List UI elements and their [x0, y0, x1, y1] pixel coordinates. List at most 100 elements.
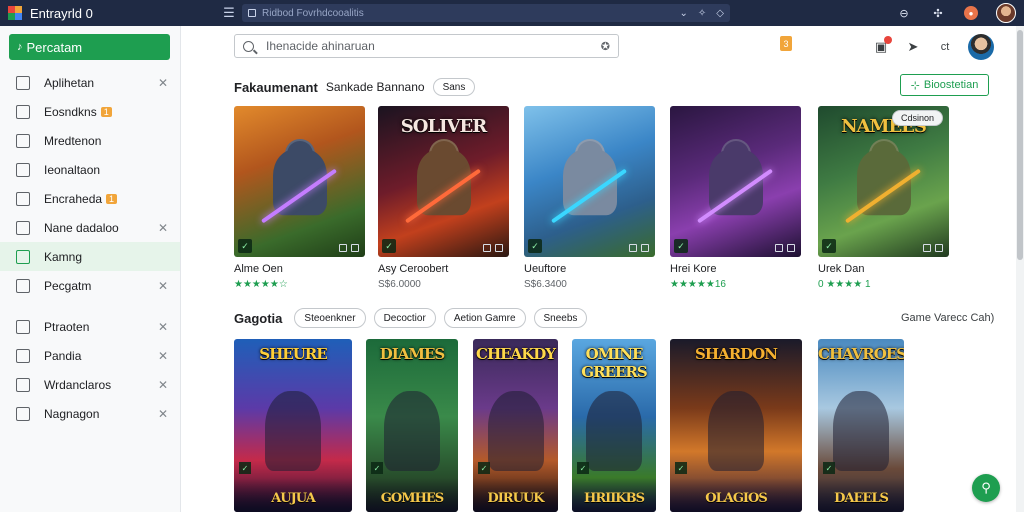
poster-footer-title: DAEELS	[834, 491, 889, 506]
game-title: Hrei Kore	[670, 263, 717, 275]
sidebar-item-4[interactable]: Ieonaltaon	[0, 155, 180, 184]
poster-title: OMINE GREERS	[581, 345, 647, 381]
user-avatar[interactable]	[968, 34, 994, 60]
sidebar-item-9[interactable]: Ptraoten ✕	[0, 312, 180, 341]
game-title: Urek Dan	[818, 263, 865, 275]
sidebar-item-11[interactable]: Wrdanclaros ✕	[0, 370, 180, 399]
library-icon[interactable]: ▣	[872, 36, 892, 55]
check-icon: ✓	[238, 239, 252, 253]
sidebar-item-label: Mredtenon	[44, 133, 102, 148]
main-content: ✪ 3 ▣ ➤ ct Fakaumenant Sankade Bannano S…	[182, 26, 1006, 512]
sidebar-item-6[interactable]: Nane dadaloo ✕	[0, 213, 180, 242]
sidebar-item-3[interactable]: Mredtenon	[0, 126, 180, 155]
doc-icon	[16, 278, 30, 293]
game-thumbnail[interactable]: ✓ SOLIVER	[378, 106, 509, 257]
sidebar-item-label: Pecgatm	[44, 278, 92, 293]
game-rating: ★★★★★16	[670, 279, 726, 290]
sidebar-item-10[interactable]: Pandia ✕	[0, 341, 180, 370]
sidebar-item-1[interactable]: Aplihetan ✕	[0, 68, 180, 97]
close-icon[interactable]: ✕	[158, 378, 168, 392]
game-title: Asy Ceroobert	[378, 263, 449, 275]
header-action[interactable]: ct	[936, 41, 954, 53]
close-icon[interactable]: ✕	[158, 349, 168, 363]
menu-icon[interactable]: ☰	[216, 5, 242, 21]
game-thumbnail[interactable]: ✓	[670, 106, 801, 257]
game-card[interactable]: ✓ Hrei Kore ★★★★★16	[670, 106, 801, 290]
sidebar-primary-label: Percatam	[26, 39, 83, 55]
category-chip[interactable]: Steoenkner	[294, 308, 366, 328]
edit-chip[interactable]: Cdsinon	[891, 110, 943, 126]
address-text[interactable]: Ridbod Fovrhdcooalitis	[262, 8, 670, 19]
sidebar-primary-button[interactable]: ♪ Percatam	[9, 34, 170, 60]
grid-icon	[16, 220, 30, 235]
check-icon: ✓	[528, 239, 542, 253]
close-icon[interactable]: ✕	[158, 279, 168, 293]
character-figure	[384, 391, 440, 471]
sidebar-item-2[interactable]: Eosndkns 1	[0, 97, 180, 126]
check-icon: ✓	[577, 462, 589, 474]
filter-icon[interactable]: ✪	[601, 40, 610, 53]
game-poster[interactable]: ✓ OMINE GREERS HRIIKBS	[572, 339, 656, 512]
sidebar-item-7[interactable]: Kamng	[0, 242, 180, 271]
featured-action-button[interactable]: ⊹ Bioostetian	[900, 74, 989, 96]
category-chip[interactable]: Decoctior	[373, 308, 436, 328]
search-input[interactable]	[266, 39, 601, 53]
game-thumbnail[interactable]: ✓ NAMEES Cdsinon	[818, 106, 949, 257]
character-figure	[265, 391, 321, 471]
close-icon[interactable]: ✕	[158, 76, 168, 90]
game-poster[interactable]: ✓ SHARDON OLAGIOS	[670, 339, 802, 512]
game-card[interactable]: ✓ Ueuftore S$6.3400	[524, 106, 655, 290]
character-figure	[487, 391, 544, 471]
page-icon	[16, 191, 30, 206]
sidebar-item-label: Nagnagon	[44, 406, 100, 421]
game-card[interactable]: ✓ SOLIVER Asy Ceroobert S$6.0000	[378, 106, 509, 290]
sidebar-item-8[interactable]: Pecgatm ✕	[0, 271, 180, 300]
address-bar[interactable]: Ridbod Fovrhdcooalitis ⌄ ✧ ◇	[242, 4, 730, 22]
minimize-icon[interactable]: ⊖	[896, 7, 912, 20]
category-right-text[interactable]: Game Varecc Cah)	[901, 312, 994, 324]
chevron-down-icon[interactable]: ⌄	[680, 8, 688, 19]
poster-title: CHEAKDY	[476, 345, 556, 363]
game-poster[interactable]: ✓ DIAMES GOMHES	[366, 339, 458, 512]
check-icon: ✓	[239, 462, 251, 474]
close-icon[interactable]: ✕	[158, 221, 168, 235]
sidebar-item-badge: 1	[106, 193, 118, 204]
pin-icon[interactable]: ✧	[698, 8, 706, 19]
sidebar-item-label: Ptraoten	[44, 319, 90, 334]
notification-icon[interactable]: ●	[964, 6, 978, 20]
category-chip[interactable]: Sneebs	[533, 308, 588, 328]
send-icon[interactable]: ➤	[904, 39, 922, 55]
app-logo-icon	[8, 6, 22, 20]
sidebar-item-12[interactable]: Nagnagon ✕	[0, 399, 180, 428]
close-icon[interactable]: ✕	[158, 320, 168, 334]
featured-chip[interactable]: Sans	[432, 78, 476, 96]
close-icon[interactable]: ✕	[158, 407, 168, 421]
poster-footer-title: GOMHES	[380, 491, 444, 506]
search-box[interactable]: ✪	[234, 34, 619, 58]
scrollbar-thumb[interactable]	[1017, 30, 1023, 260]
game-thumbnail[interactable]: ✓	[234, 106, 365, 257]
check-icon: ✓	[822, 239, 836, 253]
game-card[interactable]: ✓ Alme Oen ★★★★★☆	[234, 106, 365, 290]
category-chip[interactable]: Aetion Gamre	[443, 308, 526, 328]
poster-title: DIAMES	[379, 345, 446, 363]
sidebar-item-5[interactable]: Encraheda 1	[0, 184, 180, 213]
sidebar-item-label: Nane dadaloo	[44, 220, 119, 235]
game-title: Alme Oen	[234, 263, 283, 275]
profile-avatar[interactable]	[996, 3, 1016, 23]
game-poster[interactable]: ✓ CHAVROES DAEELS	[818, 339, 904, 512]
game-poster[interactable]: ✓ CHEAKDY DIRUUK	[473, 339, 558, 512]
sidebar-item-badge: 1	[100, 106, 112, 117]
chart-icon	[16, 348, 30, 363]
puzzle-icon[interactable]: ✣	[930, 7, 946, 20]
poster-title: SHARDON	[695, 345, 778, 363]
fab-button[interactable]: ⚲	[972, 474, 1000, 502]
thumb-controls	[483, 244, 503, 252]
game-rating: ★★★★★☆	[234, 279, 288, 290]
game-card[interactable]: ✓ NAMEES Cdsinon Urek Dan 0 ★★★★ 1	[818, 106, 949, 290]
extensions-icon[interactable]: ◇	[716, 8, 724, 19]
scrollbar[interactable]	[1016, 26, 1024, 512]
game-price: S$6.0000	[378, 279, 421, 290]
game-poster[interactable]: ✓ SHEURE AUJUA	[234, 339, 352, 512]
game-thumbnail[interactable]: ✓	[524, 106, 655, 257]
